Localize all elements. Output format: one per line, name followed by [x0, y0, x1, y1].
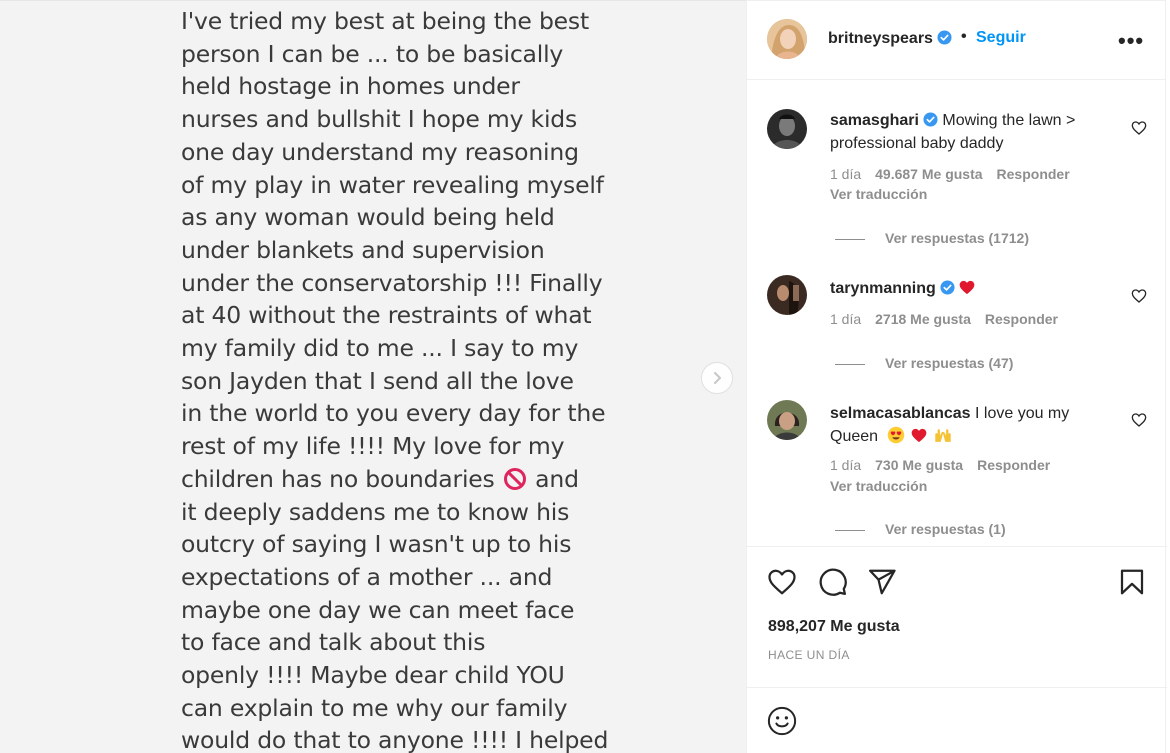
replies-label: Ver respuestas (47)	[885, 355, 1014, 371]
comment-composer	[747, 687, 1167, 753]
post-text-line: of my play in water revealing myself	[181, 170, 604, 199]
next-slide-button[interactable]	[701, 362, 733, 394]
red-heart-emoji-icon	[959, 280, 975, 295]
translate-link[interactable]: Ver traducción	[830, 478, 927, 494]
comment-body: selmacasablancas I love you my Queen	[830, 402, 1120, 448]
replies-label: Ver respuestas (1)	[885, 521, 1006, 537]
post-text-line: under blankets and supervision	[181, 235, 545, 264]
view-replies-button[interactable]: Ver respuestas (1712)	[835, 230, 1029, 246]
comment-body: tarynmanning	[830, 277, 1120, 300]
comment-body: samasghari Mowing the lawn > professiona…	[830, 109, 1120, 155]
comment-like-heart-icon[interactable]	[1131, 412, 1147, 428]
comment-likes[interactable]: 730 Me gusta	[875, 457, 963, 473]
separator-dot: •	[961, 28, 967, 45]
post-text: I've tried my best at being the best per…	[181, 5, 609, 753]
reply-button[interactable]: Responder	[997, 166, 1070, 182]
post-text-line: outcry of saying I wasn't up to his	[181, 530, 572, 559]
comment-likes[interactable]: 49.687 Me gusta	[875, 166, 982, 182]
comment-meta: 1 día 49.687 Me gusta Responder	[830, 166, 1070, 182]
replies-line	[835, 529, 865, 531]
verified-badge-icon	[923, 112, 938, 127]
commenter-avatar[interactable]	[767, 109, 807, 149]
translate-link[interactable]: Ver traducción	[830, 186, 927, 202]
avatar-image	[767, 19, 807, 59]
post-text-line: I've tried my best at being the best	[181, 7, 589, 35]
post-timestamp[interactable]: HACE UN DÍA	[768, 648, 850, 662]
post-text-segment: and	[535, 464, 579, 493]
post-header: britneyspears • Seguir •••	[747, 1, 1165, 80]
comment-icon[interactable]	[818, 567, 848, 597]
heart-icon[interactable]	[767, 567, 797, 597]
view-replies-button[interactable]: Ver respuestas (1)	[835, 521, 1006, 537]
verified-badge-icon	[937, 30, 952, 45]
red-heart-emoji-icon	[911, 428, 927, 443]
post-text-line: son Jayden that I send all the love	[181, 366, 574, 395]
raising-hands-emoji-icon	[935, 429, 952, 442]
comment-age: 1 día	[830, 166, 862, 182]
chevron-right-icon	[714, 372, 721, 384]
post-text-line: maybe one day we can meet face	[181, 595, 575, 624]
post-text-line: children has no boundaries and	[181, 463, 601, 496]
author-avatar[interactable]	[767, 19, 807, 59]
follow-button[interactable]: Seguir	[976, 29, 1026, 47]
post-text-line: under the conservatorship !!! Finally	[181, 268, 603, 297]
comment-like-heart-icon[interactable]	[1131, 288, 1147, 304]
post-text-line: would do that to anyone !!!! I helped	[181, 726, 609, 753]
comment-item: selmacasablancas I love you my Queen 1 d…	[747, 394, 1167, 544]
post-text-line: person I can be ... to be basically	[181, 39, 564, 68]
comment-item: samasghari Mowing the lawn > professiona…	[747, 101, 1167, 261]
commenter-username[interactable]: tarynmanning	[830, 280, 936, 297]
post-text-line: at 40 without the restraints of what	[181, 301, 592, 330]
author-username[interactable]: britneyspears	[828, 30, 952, 48]
commenter-avatar[interactable]	[767, 275, 807, 315]
post-text-line: one day understand my reasoning	[181, 137, 579, 166]
comment-meta: 1 día 2718 Me gusta Responder	[830, 311, 1058, 327]
post-text-line: to face and talk about this	[181, 628, 486, 657]
post-image: I've tried my best at being the best per…	[0, 0, 746, 753]
bookmark-icon[interactable]	[1117, 567, 1147, 597]
replies-label: Ver respuestas (1712)	[885, 230, 1029, 246]
comment-age: 1 día	[830, 311, 862, 327]
author-username-text: britneyspears	[828, 30, 933, 47]
commenter-username[interactable]: selmacasablancas	[830, 405, 971, 422]
reply-button[interactable]: Responder	[985, 311, 1058, 327]
comment-age: 1 día	[830, 457, 862, 473]
post-text-segment: children has no boundaries	[181, 464, 495, 493]
post-side-panel: britneyspears • Seguir ••• samasghari Mo…	[746, 0, 1167, 753]
comment-item: tarynmanning 1 día 2718 Me gusta Responder…	[747, 269, 1167, 389]
comment-likes[interactable]: 2718 Me gusta	[875, 311, 971, 327]
post-text-line: expectations of a mother ... and	[181, 562, 553, 591]
more-options-button[interactable]: •••	[1118, 28, 1144, 54]
comment-meta: 1 día 730 Me gusta Responder	[830, 457, 1050, 473]
reply-button[interactable]: Responder	[977, 457, 1050, 473]
replies-line	[835, 238, 865, 240]
heart-eyes-emoji-icon	[887, 426, 904, 444]
comment-like-heart-icon[interactable]	[1131, 120, 1147, 136]
view-replies-button[interactable]: Ver respuestas (47)	[835, 355, 1013, 371]
post-text-line: as any woman would being held	[181, 203, 555, 232]
post-actions: 898,207 Me gusta HACE UN DÍA	[747, 546, 1167, 686]
post-text-line: nurses and bullshit I hope my kids	[181, 105, 578, 134]
likes-count[interactable]: 898,207 Me gusta	[768, 618, 900, 636]
commenter-avatar[interactable]	[767, 400, 807, 440]
post-text-line: held hostage in homes under	[181, 72, 520, 101]
avatar-image	[767, 275, 807, 315]
avatar-image	[767, 400, 807, 440]
post-text-line: it deeply saddens me to know his	[181, 497, 570, 526]
post-text-line: rest of my life !!!! My love for my	[181, 432, 565, 461]
post-text-line: can explain to me why our family	[181, 693, 568, 722]
replies-line	[835, 363, 865, 365]
verified-badge-icon	[940, 280, 955, 295]
send-icon[interactable]	[867, 567, 897, 597]
smiley-icon[interactable]	[767, 706, 797, 736]
no-entry-emoji-icon	[503, 467, 526, 490]
post-text-line: in the world to you every day for the	[181, 399, 606, 428]
post-text-line: my family did to me ... I say to my	[181, 334, 579, 363]
avatar-image	[767, 109, 807, 149]
post-text-line: openly !!!! Maybe dear child YOU	[181, 661, 565, 690]
commenter-username[interactable]: samasghari	[830, 112, 919, 129]
